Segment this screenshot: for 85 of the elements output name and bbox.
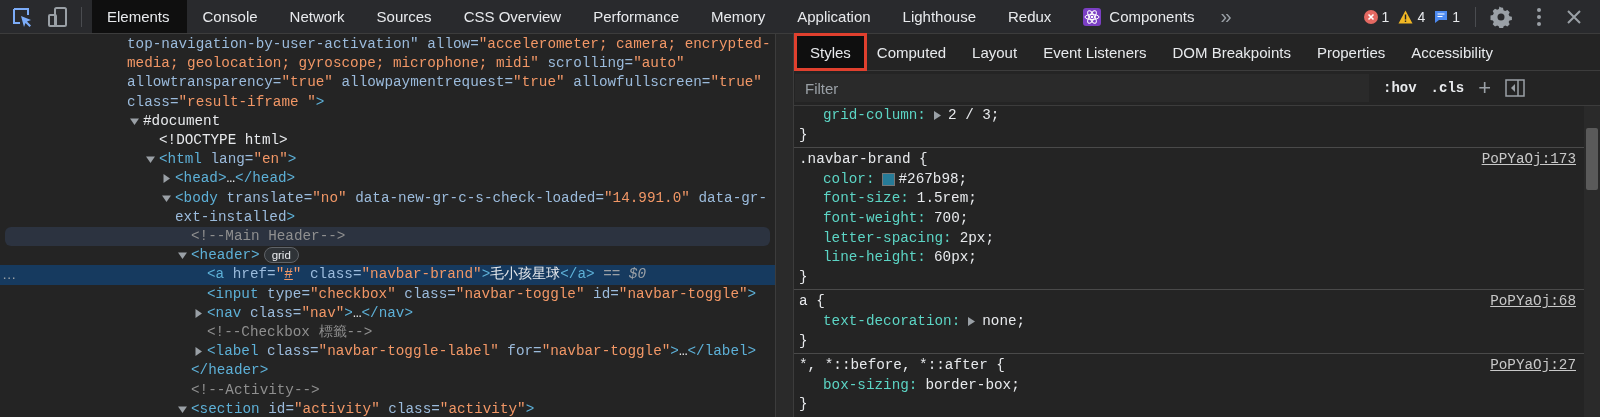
css-declaration[interactable]: color: #267b98; bbox=[799, 169, 1584, 190]
css-selector: .navbar-brand { bbox=[799, 150, 928, 170]
dom-node[interactable]: <!DOCTYPE html> bbox=[0, 131, 775, 151]
closing-brace: } bbox=[799, 267, 809, 287]
dom-node[interactable]: <head>…</head> bbox=[0, 169, 775, 189]
css-declaration[interactable]: font-size: 1.5rem; bbox=[799, 189, 1584, 209]
inspect-icon[interactable] bbox=[11, 5, 33, 28]
collapse-arrow-icon[interactable] bbox=[178, 404, 187, 414]
error-icon bbox=[1363, 9, 1378, 24]
css-selector: *, *::before, *::after { bbox=[799, 356, 1005, 376]
dom-node[interactable]: <!--Activity--> bbox=[0, 380, 775, 400]
sidebar-tab[interactable]: Styles bbox=[797, 36, 864, 68]
collapse-arrow-icon[interactable] bbox=[162, 193, 171, 203]
closing-brace: } bbox=[799, 395, 809, 415]
filter-field[interactable]: Filter bbox=[795, 74, 1369, 102]
new-rule-button[interactable]: + bbox=[1478, 77, 1492, 99]
source-link[interactable]: PoPYaOj:27 bbox=[1490, 356, 1576, 376]
panel-tab[interactable]: CSS Overview bbox=[447, 0, 578, 33]
collapse-arrow-icon[interactable] bbox=[178, 251, 187, 261]
dom-node[interactable]: #document bbox=[0, 111, 775, 131]
dom-node[interactable]: <nav class="nav">…</nav> bbox=[0, 303, 775, 324]
source-link[interactable]: PoPYaOj:173 bbox=[1481, 150, 1576, 170]
panel-tab[interactable]: Console bbox=[186, 0, 274, 33]
message-icon bbox=[1434, 9, 1449, 24]
closing-brace: } bbox=[799, 331, 809, 351]
panel-tab[interactable]: Redux bbox=[992, 0, 1068, 33]
issues-counter[interactable]: 1 4 1 bbox=[1363, 8, 1475, 25]
node-actions-dots[interactable]: … bbox=[0, 265, 17, 285]
issue-count: 1 bbox=[1381, 8, 1390, 25]
panel-tab[interactable]: Memory bbox=[695, 0, 782, 33]
dom-node[interactable]: <!--Main Header--> bbox=[5, 227, 770, 247]
dom-node[interactable]: <label class="navbar-toggle-label" for="navbar-toggle">…</label> bbox=[0, 342, 775, 362]
grid-badge[interactable]: grid bbox=[263, 247, 299, 264]
closing-tag: </header> bbox=[0, 361, 775, 381]
panel-tab[interactable]: Components bbox=[1067, 0, 1211, 33]
css-declaration[interactable]: box-sizing: border-box; bbox=[799, 375, 1584, 396]
panel-tab[interactable]: Sources bbox=[360, 0, 448, 33]
hover-state-toggle[interactable]: :hov bbox=[1383, 80, 1417, 96]
dom-node[interactable]: <html lang="en"> bbox=[0, 150, 775, 170]
collapse-arrow-icon[interactable] bbox=[146, 155, 155, 165]
sidebar-tab[interactable]: Accessibility bbox=[1398, 36, 1506, 68]
sidebar-toggle-icon[interactable] bbox=[1505, 79, 1526, 97]
color-swatch[interactable] bbox=[882, 173, 896, 187]
more-options-icon[interactable] bbox=[1536, 6, 1542, 27]
source-link[interactable]: PoPYaOj:68 bbox=[1490, 292, 1576, 312]
expand-arrow-icon[interactable] bbox=[933, 111, 942, 121]
more-tabs-button[interactable]: » bbox=[1210, 0, 1242, 33]
panel-tab[interactable]: Elements bbox=[92, 0, 187, 33]
scrollbar[interactable] bbox=[1584, 106, 1600, 417]
dom-node[interactable]: <input type="checkbox" class="navbar-toggle" id="navbar-toggle"> bbox=[0, 284, 775, 304]
css-selector: a { bbox=[799, 292, 825, 312]
css-declaration[interactable]: text-decoration: none; bbox=[799, 311, 1584, 332]
close-icon[interactable] bbox=[1566, 8, 1582, 25]
css-declaration[interactable]: line-height: 60px; bbox=[799, 248, 1584, 268]
sidebar-tab[interactable]: Layout bbox=[959, 36, 1031, 68]
expand-arrow-icon[interactable] bbox=[194, 347, 203, 357]
warning-icon bbox=[1398, 9, 1414, 24]
panel-tab[interactable]: Network bbox=[273, 0, 361, 33]
css-declaration[interactable]: font-weight: 700; bbox=[799, 208, 1584, 229]
device-toggle-icon[interactable] bbox=[47, 5, 69, 28]
panel-tab[interactable]: Lighthouse bbox=[886, 0, 992, 33]
issue-count: 1 bbox=[1452, 8, 1460, 25]
issue-count: 4 bbox=[1417, 8, 1426, 25]
css-declaration[interactable]: grid-column: 2 / 3; bbox=[799, 106, 1584, 126]
dom-node[interactable]: <!--Checkbox 標籤--> bbox=[0, 323, 775, 343]
expand-arrow-icon[interactable] bbox=[194, 308, 203, 318]
dom-node[interactable]: <section id="activity" class="activity"> bbox=[0, 399, 775, 417]
dom-node[interactable]: <body translate="no" data-new-gr-c-s-check-loaded="14.991.0" data-gr-ext-installed> bbox=[0, 188, 775, 228]
dom-node[interactable]: … <a href="#" class="navbar-brand">毛小孩星球</a> == $0 bbox=[0, 265, 775, 285]
sidebar-tab[interactable]: DOM Breakpoints bbox=[1159, 36, 1304, 68]
react-atom-icon bbox=[1083, 7, 1102, 26]
dom-node[interactable]: <header> grid bbox=[0, 246, 775, 266]
expand-arrow-icon[interactable] bbox=[968, 317, 977, 327]
sidebar-tab[interactable]: Event Listeners bbox=[1030, 36, 1160, 68]
collapse-arrow-icon[interactable] bbox=[130, 116, 139, 126]
sidebar-tab[interactable]: Properties bbox=[1303, 36, 1399, 68]
panel-tab[interactable]: Application bbox=[781, 0, 887, 33]
class-toggle[interactable]: .cls bbox=[1430, 80, 1465, 96]
expand-arrow-icon[interactable] bbox=[162, 174, 171, 184]
dom-node[interactable]: top-navigation-by-user-activation" allow="accelerometer; camera; encrypted-media; geolocation; gyroscope; microphone; midi" scrolling="auto" allowtransparency="true" allowpaymentrequest="true" allowfullscreen="true" class="result-iframe "> bbox=[0, 35, 775, 112]
sidebar-tab[interactable]: Computed bbox=[863, 36, 960, 68]
settings-icon[interactable] bbox=[1490, 5, 1512, 28]
panel-tab[interactable]: Performance bbox=[577, 0, 696, 33]
closing-brace: } bbox=[799, 125, 809, 145]
css-declaration[interactable]: letter-spacing: 2px; bbox=[799, 228, 1584, 249]
